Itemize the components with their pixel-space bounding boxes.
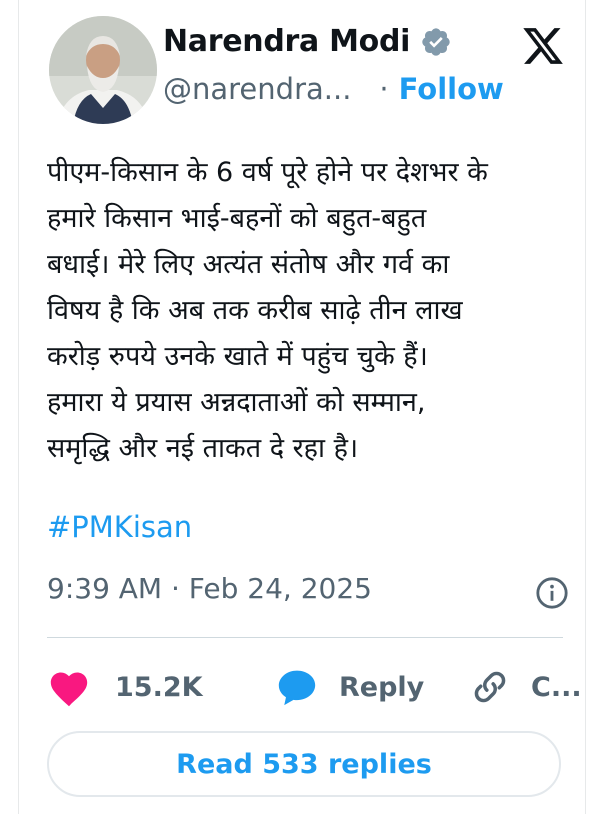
reply-label: Reply bbox=[339, 671, 425, 703]
verified-badge-icon bbox=[422, 27, 450, 56]
copy-link-label: C... bbox=[531, 671, 582, 703]
author-handle-row: @narendra... · Follow bbox=[163, 72, 504, 106]
reply-button[interactable]: Reply bbox=[275, 660, 424, 714]
tweet-timestamp-row: 9:39 AM · Feb 24, 2025 bbox=[47, 572, 557, 605]
like-button[interactable]: 15.2K bbox=[47, 660, 203, 714]
x-logo-icon[interactable] bbox=[521, 24, 565, 68]
author-name[interactable]: Narendra Modi bbox=[163, 24, 410, 59]
read-replies-label: Read 533 replies bbox=[176, 748, 432, 780]
author-name-row: Narendra Modi bbox=[163, 24, 452, 59]
action-bar: 15.2K Reply C... bbox=[47, 660, 582, 714]
reply-bubble-icon bbox=[278, 670, 316, 706]
info-icon[interactable] bbox=[535, 576, 569, 610]
author-handle[interactable]: @narendra... bbox=[163, 72, 351, 106]
avatar[interactable] bbox=[49, 16, 157, 124]
tweet-card: Narendra Modi @narendra... · Follow पीएम… bbox=[18, 0, 586, 814]
tweet-timestamp[interactable]: 9:39 AM · Feb 24, 2025 bbox=[47, 572, 372, 605]
heart-icon bbox=[50, 672, 88, 707]
separator-dot: · bbox=[379, 72, 389, 106]
link-icon bbox=[474, 671, 506, 703]
read-replies-button[interactable]: Read 533 replies bbox=[47, 731, 561, 797]
copy-link-button[interactable]: C... bbox=[471, 660, 582, 714]
divider bbox=[47, 637, 563, 638]
like-count: 15.2K bbox=[115, 671, 203, 703]
hashtag-link[interactable]: #PMKisan bbox=[47, 510, 192, 544]
tweet-text: पीएम-किसान के 6 वर्ष पूरे होने पर देशभर … bbox=[47, 157, 488, 464]
follow-button[interactable]: Follow bbox=[399, 72, 504, 106]
